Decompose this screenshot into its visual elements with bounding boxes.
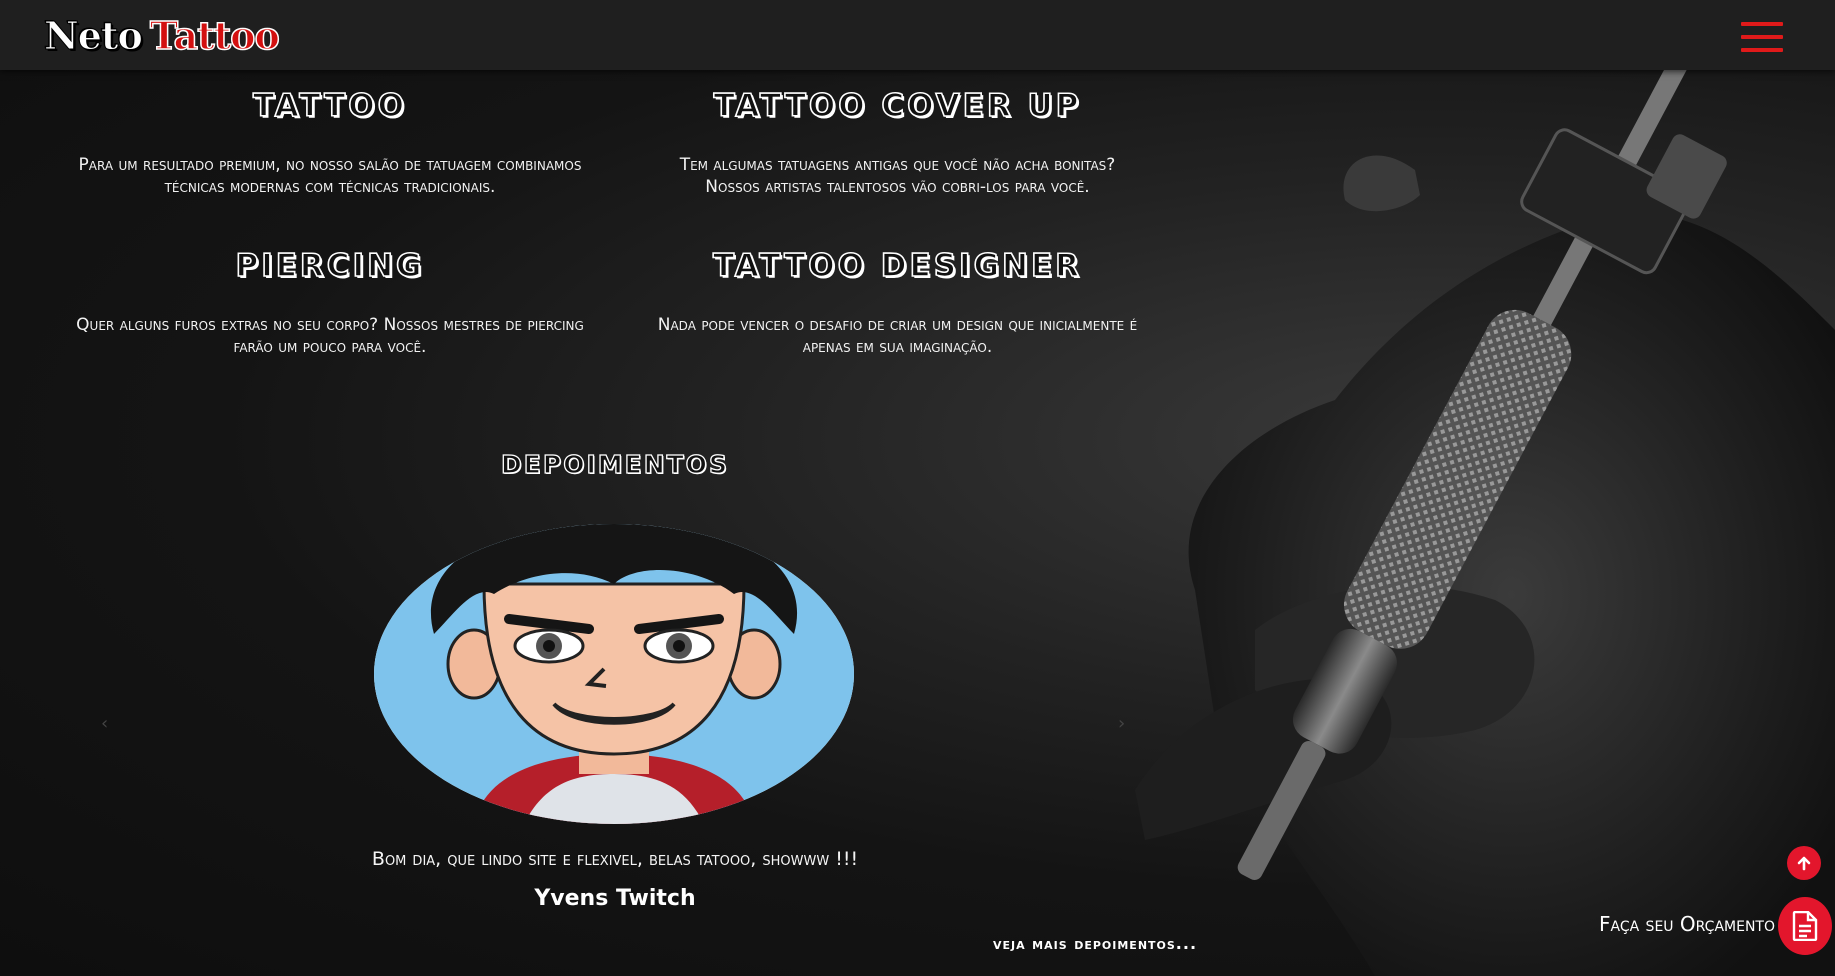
quote-request-label[interactable]: Faça seu Orçamento xyxy=(1560,912,1775,936)
testimonial-avatar xyxy=(374,524,854,824)
service-title: TATTOO DESIGNER xyxy=(712,247,1083,285)
arrow-up-icon xyxy=(1797,856,1811,871)
service-piercing: PIERCING Quer alguns furos extras no seu… xyxy=(70,247,590,358)
service-tattoo: TATTOO Para um resultado premium, no nos… xyxy=(70,87,590,198)
more-testimonials-link[interactable]: veja mais depoimentos... xyxy=(940,934,1250,953)
testimonials-title: DEPOIMENTOS xyxy=(500,449,729,479)
brand-word-tattoo: Tattoo xyxy=(149,12,281,59)
document-icon xyxy=(1792,911,1818,941)
service-description: Tem algumas tatuagens antigas que você n… xyxy=(679,155,1116,197)
quote-request-button[interactable] xyxy=(1778,897,1832,955)
testimonial-quote: Bom dia, que lindo site e flexivel, bela… xyxy=(371,848,859,870)
service-description: Nada pode vencer o desafio de criar um d… xyxy=(657,315,1138,357)
service-title: PIERCING xyxy=(235,247,425,285)
carousel-prev-icon[interactable]: ‹ xyxy=(101,713,108,734)
tattoo-machine-hand-image xyxy=(1135,70,1835,976)
service-title: TATTOO COVER UP xyxy=(713,87,1082,125)
scroll-top-button[interactable] xyxy=(1787,846,1821,880)
hamburger-icon[interactable] xyxy=(1741,22,1783,56)
service-description: Para um resultado premium, no nosso salã… xyxy=(78,155,582,197)
carousel-next-icon[interactable]: › xyxy=(1118,713,1125,734)
top-header: Neto Tattoo xyxy=(0,0,1835,70)
service-description: Quer alguns furos extras no seu corpo? N… xyxy=(76,315,584,357)
service-cover-up: TATTOO COVER UP Tem algumas tatuagens an… xyxy=(655,87,1140,198)
service-title: TATTOO xyxy=(252,87,408,125)
testimonial-author: Yvens Twitch xyxy=(534,886,696,911)
brand-logo[interactable]: Neto Tattoo xyxy=(44,8,281,62)
service-tattoo-designer: TATTOO DESIGNER Nada pode vencer o desaf… xyxy=(655,247,1140,358)
brand-word-neto: Neto xyxy=(44,12,144,58)
